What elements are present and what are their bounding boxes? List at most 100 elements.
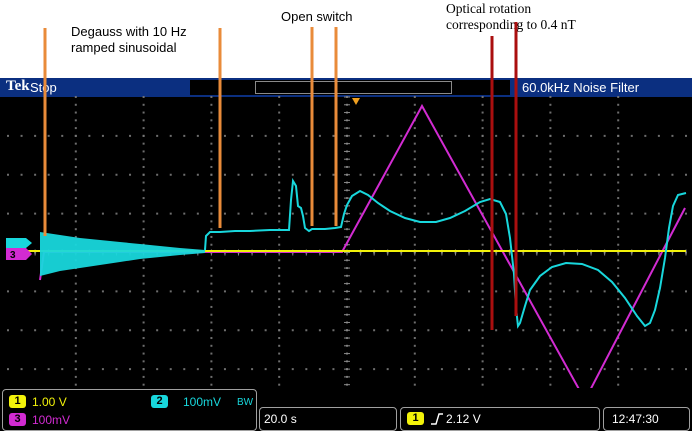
graticule-dot: [576, 368, 579, 371]
graticule-dot: [278, 197, 281, 200]
graticule-dot: [617, 103, 620, 106]
graticule-dot: [74, 337, 77, 340]
graticule-dot: [359, 368, 362, 371]
graticule-dot: [481, 127, 484, 130]
graticule-dot: [481, 220, 484, 223]
graticule-dot: [617, 150, 620, 153]
graticule-dot: [101, 290, 104, 293]
trigger-panel[interactable]: 1 2.12 V: [400, 407, 600, 431]
graticule-dot: [142, 313, 145, 316]
graticule-dot: [223, 212, 226, 215]
degauss-annotation-line1: Degauss with 10 Hz: [71, 24, 187, 39]
graticule-dot: [413, 259, 416, 262]
graticule-dot: [196, 368, 199, 371]
trigger-markers: [352, 98, 360, 105]
graticule-dot: [549, 204, 552, 207]
graticule-dot: [305, 290, 308, 293]
graticule-dot: [549, 134, 552, 137]
ch1-scale: 1.00 V: [32, 395, 67, 409]
graticule-dot: [549, 158, 552, 161]
graticule-dot: [264, 134, 267, 137]
graticule-dot: [210, 103, 213, 106]
graticule-dot: [101, 212, 104, 215]
graticule-dot: [549, 305, 552, 308]
graticule-dot: [617, 220, 620, 223]
graticule-dot: [196, 134, 199, 137]
graticule-dot: [427, 134, 430, 137]
graticule-dot: [481, 235, 484, 238]
graticule-dot: [617, 119, 620, 122]
graticule-dot: [644, 290, 647, 293]
graticule-dot: [278, 321, 281, 324]
graticule-dot: [549, 298, 552, 301]
graticule-dot: [210, 197, 213, 200]
graticule-dot: [183, 329, 186, 332]
graticule-dot: [210, 142, 213, 145]
graticule-dot: [481, 375, 484, 378]
graticule-dot: [210, 344, 213, 347]
graticule-dot: [481, 134, 484, 137]
graticule-dot: [535, 173, 538, 176]
graticule-dot: [210, 150, 213, 153]
graticule-dot: [549, 165, 552, 168]
graticule-dot: [115, 329, 118, 332]
graticule-dot: [495, 134, 498, 137]
graticule-dot: [20, 134, 23, 137]
graticule-dot: [685, 212, 687, 215]
graticule-dot: [440, 290, 443, 293]
graticule-dot: [468, 368, 471, 371]
graticule-dot: [74, 282, 77, 285]
graticule-dot: [413, 375, 416, 378]
graticule-dot: [359, 329, 362, 332]
graticule-dot: [210, 274, 213, 277]
graticule-dot: [47, 212, 50, 215]
graticule-dot: [61, 134, 64, 137]
graticule-dot: [142, 329, 145, 332]
graticule-dot: [481, 96, 484, 98]
graticule-dot: [400, 134, 403, 137]
graticule-dot: [278, 375, 281, 378]
graticule-dot: [468, 173, 471, 176]
timebase-panel[interactable]: 20.0 s: [259, 407, 397, 431]
graticule-dot: [88, 368, 91, 371]
graticule-dot: [657, 212, 660, 215]
channel-settings-panel[interactable]: 1 1.00 V 2 100mV BW 3 100mV: [2, 389, 257, 431]
graticule-dot: [481, 142, 484, 145]
graticule-dot: [630, 134, 633, 137]
graticule-dot: [413, 267, 416, 270]
graticule-dot: [169, 329, 172, 332]
graticule-dot: [535, 212, 538, 215]
graticule-dot: [34, 368, 37, 371]
ch3-scale: 100mV: [32, 413, 71, 427]
graticule-dot: [74, 204, 77, 207]
graticule-dot: [617, 267, 620, 270]
graticule-dot: [481, 305, 484, 308]
graticule-dot: [305, 173, 308, 176]
graticule-dot: [413, 158, 416, 161]
timebase-value: 20.0 s: [264, 412, 297, 426]
graticule-dot: [74, 313, 77, 316]
graticule-dot: [413, 181, 416, 184]
graticule-dot: [413, 235, 416, 238]
graticule-dot: [291, 173, 294, 176]
rising-edge-icon: [431, 413, 443, 425]
graticule-dot: [196, 290, 199, 293]
graticule-dot: [278, 352, 281, 355]
graticule-dot: [142, 337, 145, 340]
graticule-dot: [481, 360, 484, 363]
clock-time: 12:47:30: [612, 412, 659, 426]
graticule-dot: [562, 329, 565, 332]
graticule-dot: [373, 290, 376, 293]
graticule-dot: [7, 173, 9, 176]
graticule-dot: [34, 290, 37, 293]
graticule-dot: [535, 368, 538, 371]
graticule-dot: [495, 173, 498, 176]
graticule-dot: [142, 305, 145, 308]
graticule-dot: [74, 290, 77, 293]
graticule-dot: [617, 305, 620, 308]
graticule-dot: [413, 127, 416, 130]
graticule-dot: [413, 352, 416, 355]
graticule-dot: [142, 142, 145, 145]
graticule-dot: [468, 212, 471, 215]
graticule-dot: [142, 321, 145, 324]
